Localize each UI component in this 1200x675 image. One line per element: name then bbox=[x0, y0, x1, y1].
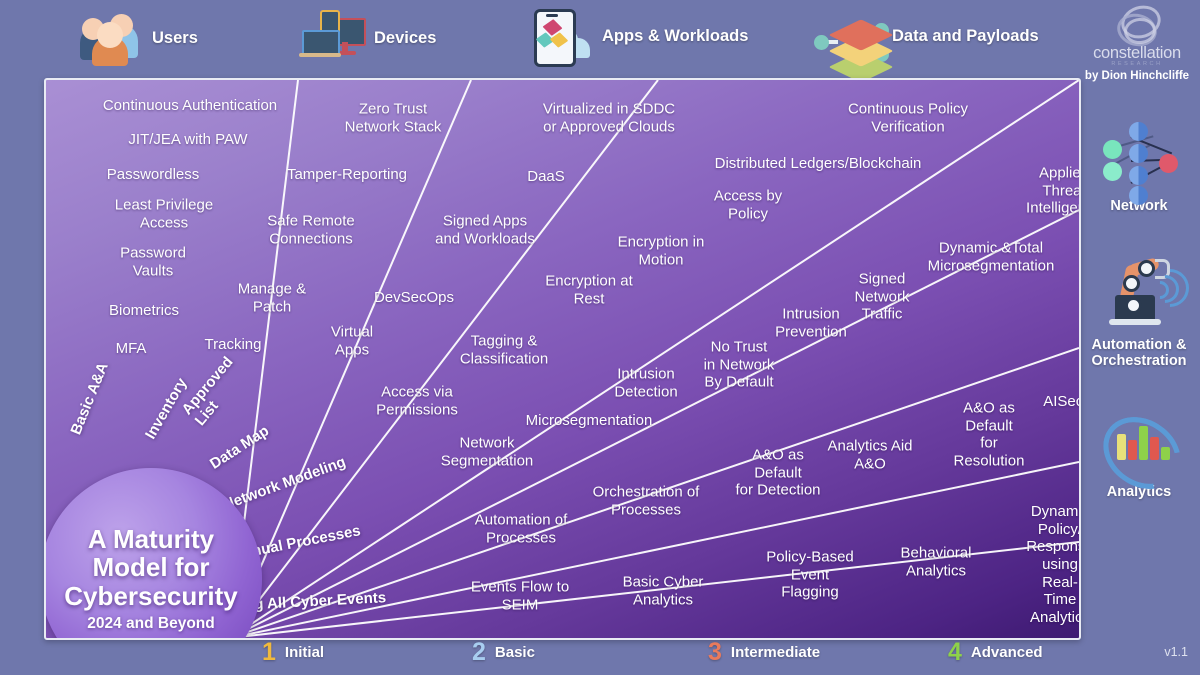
network-node bbox=[1129, 144, 1148, 163]
legend-label: Intermediate bbox=[730, 644, 821, 661]
analytics-bar bbox=[1150, 437, 1159, 461]
legend-label: Advanced bbox=[970, 644, 1043, 661]
users-icon bbox=[78, 8, 142, 68]
legend-label: Basic bbox=[494, 644, 535, 661]
legend-number: 4 bbox=[948, 638, 962, 666]
analytics-bar bbox=[1117, 434, 1126, 461]
network-band-divider bbox=[229, 209, 1079, 638]
header-label-users: Users bbox=[152, 28, 198, 47]
legend-number: 3 bbox=[708, 638, 722, 666]
network-node bbox=[1129, 186, 1148, 205]
header-category-bar: Users Devices Apps & Workloads Data and … bbox=[0, 0, 1200, 83]
legend-item-3: 3 Intermediate bbox=[708, 640, 820, 665]
maturity-model-infographic: Users Devices Apps & Workloads Data and … bbox=[0, 0, 1200, 675]
version-label: v1.1 bbox=[1164, 645, 1188, 659]
data-network-divider bbox=[229, 80, 1079, 638]
header-label-data: Data and Payloads bbox=[892, 26, 1039, 45]
header-label-apps: Apps & Workloads bbox=[602, 26, 749, 45]
legend-number: 1 bbox=[262, 638, 276, 666]
legend-number: 2 bbox=[472, 638, 486, 666]
analytics-bar bbox=[1139, 426, 1148, 461]
analytics-band-divider bbox=[229, 461, 1079, 638]
neural-network-icon bbox=[1093, 120, 1185, 205]
apps-data-divider bbox=[229, 80, 659, 638]
network-node bbox=[1159, 154, 1178, 173]
network-node bbox=[1103, 162, 1122, 181]
legend-item-1: 1 Initial bbox=[262, 640, 324, 665]
header-column-devices: Devices bbox=[299, 8, 437, 68]
brand-logo: constellation RESEARCH by Dion Hinchclif… bbox=[1078, 0, 1196, 82]
rail-item-network: Network bbox=[1078, 120, 1200, 215]
legend-item-4: 4 Advanced bbox=[948, 640, 1043, 665]
rail-item-analytics: Analytics bbox=[1078, 402, 1200, 504]
maturity-matrix-panel: Basic A&A Inventory Approved List Data Map N… bbox=[44, 78, 1081, 640]
bubble-title: A Maturity Model for Cybersecurity bbox=[64, 523, 238, 611]
brand-byline: by Dion Hinchcliffe bbox=[1084, 70, 1190, 82]
devices-icon bbox=[299, 8, 366, 68]
analytics-chart-icon bbox=[1089, 402, 1195, 504]
legend-label: Initial bbox=[284, 644, 325, 661]
network-node bbox=[1129, 122, 1148, 141]
analytics-bar bbox=[1161, 447, 1170, 461]
right-rail-categories: Network Automation & Orchestration Analy… bbox=[1078, 120, 1200, 525]
constellation-logo-icon bbox=[1113, 0, 1165, 51]
rail-item-automation: Automation & Orchestration bbox=[1078, 256, 1200, 370]
legend-item-2: 2 Basic bbox=[472, 640, 535, 665]
header-label-devices: Devices bbox=[374, 28, 437, 47]
network-node bbox=[1103, 140, 1122, 159]
data-payloads-icon bbox=[814, 6, 894, 83]
robot-arm-icon bbox=[1093, 256, 1197, 333]
header-column-users: Users bbox=[78, 8, 198, 68]
network-node bbox=[1129, 166, 1148, 185]
apps-workloads-icon bbox=[528, 6, 592, 67]
rail-label-automation: Automation & Orchestration bbox=[1091, 336, 1187, 370]
bubble-subtitle: 2024 and Beyond bbox=[87, 615, 215, 633]
analytics-bar bbox=[1128, 440, 1137, 461]
header-column-data: Data and Payloads bbox=[814, 6, 1039, 83]
header-column-apps: Apps & Workloads bbox=[528, 6, 749, 67]
maturity-legend: 1 Initial 2 Basic 3 Intermediate 4 Advan… bbox=[0, 640, 1200, 675]
